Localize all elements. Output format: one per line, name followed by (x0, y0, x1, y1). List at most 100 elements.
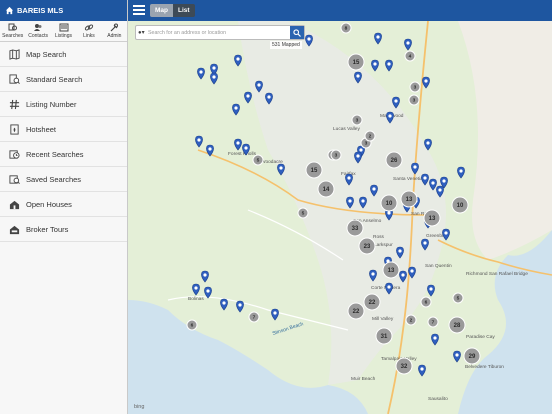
listing-pin[interactable] (265, 92, 273, 105)
listing-pin[interactable] (386, 111, 394, 124)
map-view-button[interactable]: Map (150, 4, 173, 17)
listing-cluster[interactable]: 2 (364, 130, 376, 142)
listing-pin[interactable] (421, 173, 429, 186)
listing-pin[interactable] (370, 184, 378, 197)
listing-cluster[interactable]: 3 (330, 149, 342, 161)
listing-pin[interactable] (201, 270, 209, 283)
listing-cluster[interactable]: 10 (451, 196, 469, 214)
listing-pin[interactable] (220, 298, 228, 311)
listing-cluster[interactable]: 15 (347, 53, 365, 71)
listing-pin[interactable] (204, 286, 212, 299)
listing-cluster[interactable]: 3 (409, 81, 421, 93)
tab-listings[interactable]: Listings (51, 21, 76, 41)
tab-links[interactable]: Links (76, 21, 101, 41)
listing-cluster[interactable]: 26 (385, 151, 403, 169)
listing-cluster[interactable]: 5 (297, 207, 309, 219)
listing-pin[interactable] (234, 54, 242, 67)
listing-pin[interactable] (234, 138, 242, 151)
listing-pin[interactable] (369, 269, 377, 282)
listing-cluster[interactable]: 5 (452, 292, 464, 304)
listing-cluster[interactable]: 15 (305, 161, 323, 179)
listing-pin[interactable] (436, 185, 444, 198)
listing-cluster[interactable]: 6 (420, 296, 432, 308)
home-icon[interactable] (5, 6, 14, 15)
hamburger-menu-icon[interactable] (133, 5, 145, 16)
listing-pin[interactable] (457, 166, 465, 179)
listing-cluster[interactable]: 10 (380, 194, 398, 212)
listing-pin[interactable] (429, 178, 437, 191)
menu-item-open-houses[interactable]: Open Houses (0, 192, 127, 217)
listing-cluster[interactable]: 8 (340, 22, 352, 34)
listing-cluster[interactable]: 2 (405, 314, 417, 326)
menu-item-broker-tours[interactable]: Broker Tours (0, 217, 127, 242)
listing-pin[interactable] (385, 59, 393, 72)
listing-pin[interactable] (431, 333, 439, 346)
listing-pin[interactable] (421, 238, 429, 251)
listing-pin[interactable] (396, 246, 404, 259)
listing-cluster[interactable]: 7 (248, 311, 260, 323)
tab-searches[interactable]: Searches (0, 21, 25, 41)
listing-pin[interactable] (427, 284, 435, 297)
listing-pin[interactable] (206, 144, 214, 157)
listing-pin[interactable] (354, 71, 362, 84)
search-button[interactable] (290, 26, 304, 39)
listing-cluster[interactable]: 6 (186, 319, 198, 331)
list-view-button[interactable]: List (173, 4, 195, 17)
listing-pin[interactable] (411, 162, 419, 175)
listing-pin[interactable] (392, 96, 400, 109)
map-view[interactable]: Map List ●▾ Search for an address or loc… (128, 0, 552, 414)
listing-pin[interactable] (277, 163, 285, 176)
listing-pin[interactable] (354, 151, 362, 164)
listing-pin[interactable] (422, 76, 430, 89)
listing-cluster[interactable]: 28 (448, 316, 466, 334)
listing-cluster[interactable]: 33 (346, 219, 364, 237)
menu-item-hotsheet[interactable]: Hotsheet (0, 117, 127, 142)
menu-item-map-search[interactable]: Map Search (0, 42, 127, 67)
listing-pin[interactable] (345, 173, 353, 186)
listing-cluster[interactable]: 23 (358, 237, 376, 255)
listing-pin[interactable] (442, 228, 450, 241)
tab-admin[interactable]: Admin (102, 21, 127, 41)
listing-pin[interactable] (210, 72, 218, 85)
listing-cluster[interactable]: 3 (408, 94, 420, 106)
listing-pin[interactable] (255, 80, 263, 93)
listing-pin[interactable] (371, 59, 379, 72)
listing-cluster[interactable]: 14 (317, 180, 335, 198)
listing-pin[interactable] (192, 283, 200, 296)
listing-cluster[interactable]: 31 (375, 327, 393, 345)
listing-cluster[interactable]: 7 (427, 316, 439, 328)
listing-pin[interactable] (242, 143, 250, 156)
listing-pin[interactable] (424, 138, 432, 151)
menu-item-saved-searches[interactable]: Saved Searches (0, 167, 127, 192)
menu-item-recent-searches[interactable]: Recent Searches (0, 142, 127, 167)
listing-pin[interactable] (305, 34, 313, 47)
listing-pin[interactable] (404, 38, 412, 51)
map-markers[interactable]: 1534333322615141013101333231322223128293… (128, 0, 552, 414)
listing-cluster[interactable]: 29 (463, 347, 481, 365)
listing-pin[interactable] (232, 103, 240, 116)
menu-item-listing-number[interactable]: Listing Number (0, 92, 127, 117)
listing-cluster[interactable]: 4 (404, 50, 416, 62)
menu-item-standard-search[interactable]: Standard Search (0, 67, 127, 92)
tab-contacts[interactable]: Contacts (25, 21, 50, 41)
listing-pin[interactable] (244, 91, 252, 104)
listing-pin[interactable] (385, 282, 393, 295)
listing-pin[interactable] (236, 300, 244, 313)
listing-pin[interactable] (418, 364, 426, 377)
listing-cluster[interactable]: 13 (423, 209, 441, 227)
location-pin-dropdown-icon[interactable]: ●▾ (136, 29, 148, 36)
listing-pin[interactable] (346, 196, 354, 209)
listing-pin[interactable] (374, 32, 382, 45)
listing-pin[interactable] (359, 196, 367, 209)
listing-cluster[interactable]: 22 (347, 302, 365, 320)
listing-pin[interactable] (271, 308, 279, 321)
listing-pin[interactable] (399, 270, 407, 283)
listing-cluster[interactable]: 32 (395, 357, 413, 375)
listing-pin[interactable] (408, 266, 416, 279)
listing-cluster[interactable]: 5 (252, 154, 264, 166)
listing-cluster[interactable]: 22 (363, 293, 381, 311)
listing-cluster[interactable]: 13 (400, 190, 418, 208)
listing-pin[interactable] (453, 350, 461, 363)
listing-cluster[interactable]: 3 (351, 114, 363, 126)
listing-pin[interactable] (197, 67, 205, 80)
